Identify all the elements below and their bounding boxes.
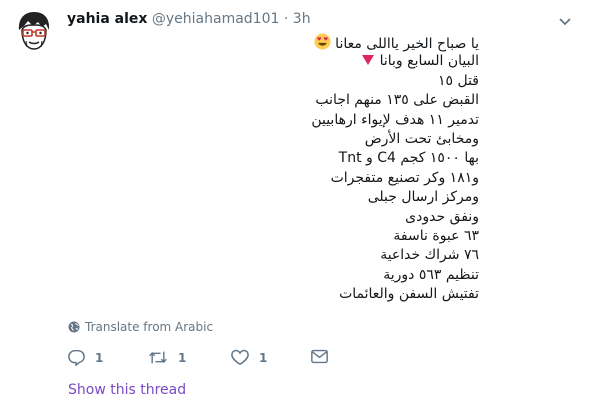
avatar[interactable]: [11, 8, 57, 54]
chevron-down-icon[interactable]: [558, 12, 572, 26]
envelope-icon: [311, 349, 328, 364]
tweet-line: ونفق حدودى: [405, 208, 479, 225]
reply-count: 1: [95, 350, 104, 365]
translate-label[interactable]: Translate from Arabic: [85, 320, 213, 334]
direct-message-button[interactable]: [311, 349, 328, 364]
tweet-time[interactable]: 3h: [293, 11, 311, 27]
retweet-icon: [149, 351, 167, 364]
tweet-line-text: البيان السابع وبانا: [379, 53, 479, 70]
retweet-button[interactable]: 1: [148, 349, 186, 366]
heart-eyes-emoji-icon: [314, 33, 331, 56]
tweet-line: ومخابئ تحت الأرض: [364, 130, 479, 147]
red-triangle-down-icon: [361, 53, 375, 73]
tweet-line: تنظيم ٥٦٣ دورية: [383, 266, 479, 283]
heart-icon: [231, 349, 249, 366]
tweet-line: تدمير ١١ هدف لإيواء ارهابيين: [311, 111, 479, 128]
tweet-text: يا صباح الخير يااللى معانا البيان السابع…: [159, 33, 479, 304]
translate-link[interactable]: Translate from Arabic: [68, 320, 213, 334]
reply-icon: [68, 349, 85, 366]
show-thread-link[interactable]: Show this thread: [68, 382, 186, 398]
tweet-line: و١٨١ وكر تصنيع متفجرات: [330, 169, 479, 186]
reply-button[interactable]: 1: [68, 349, 103, 366]
cartoon-avatar-image: [11, 8, 57, 54]
like-button[interactable]: 1: [231, 349, 267, 366]
tweet: yahia alex @yehiahamad101 · 3h يا صباح ا…: [0, 0, 589, 405]
like-count: 1: [259, 350, 268, 365]
tweet-line: بها ١٥٠٠ كجم C4 و Tnt: [338, 150, 479, 167]
tweet-line: قتل ١٥: [437, 72, 479, 89]
tweet-line: ٧٦ شراك خداعية: [380, 247, 479, 264]
globe-icon: [68, 321, 80, 333]
tweet-line: ومركز ارسال جبلى: [367, 189, 479, 206]
tweet-line: يا صباح الخير يااللى معانا: [159, 33, 479, 52]
separator-dot: ·: [283, 11, 289, 27]
tweet-line: ٦٣ عبوة ناسفة: [393, 227, 479, 244]
tweet-line-text: يا صباح الخير يااللى معانا: [335, 36, 479, 52]
tweet-line: القبض على ١٣٥ منهم اجانب: [315, 92, 479, 109]
tweet-header: yahia alex @yehiahamad101 · 3h: [67, 11, 311, 27]
author-handle[interactable]: @yehiahamad101: [152, 11, 280, 27]
tweet-line: تفتيش السفن والعائمات: [339, 286, 479, 303]
retweet-count: 1: [178, 350, 187, 365]
author-name[interactable]: yahia alex: [67, 11, 147, 27]
